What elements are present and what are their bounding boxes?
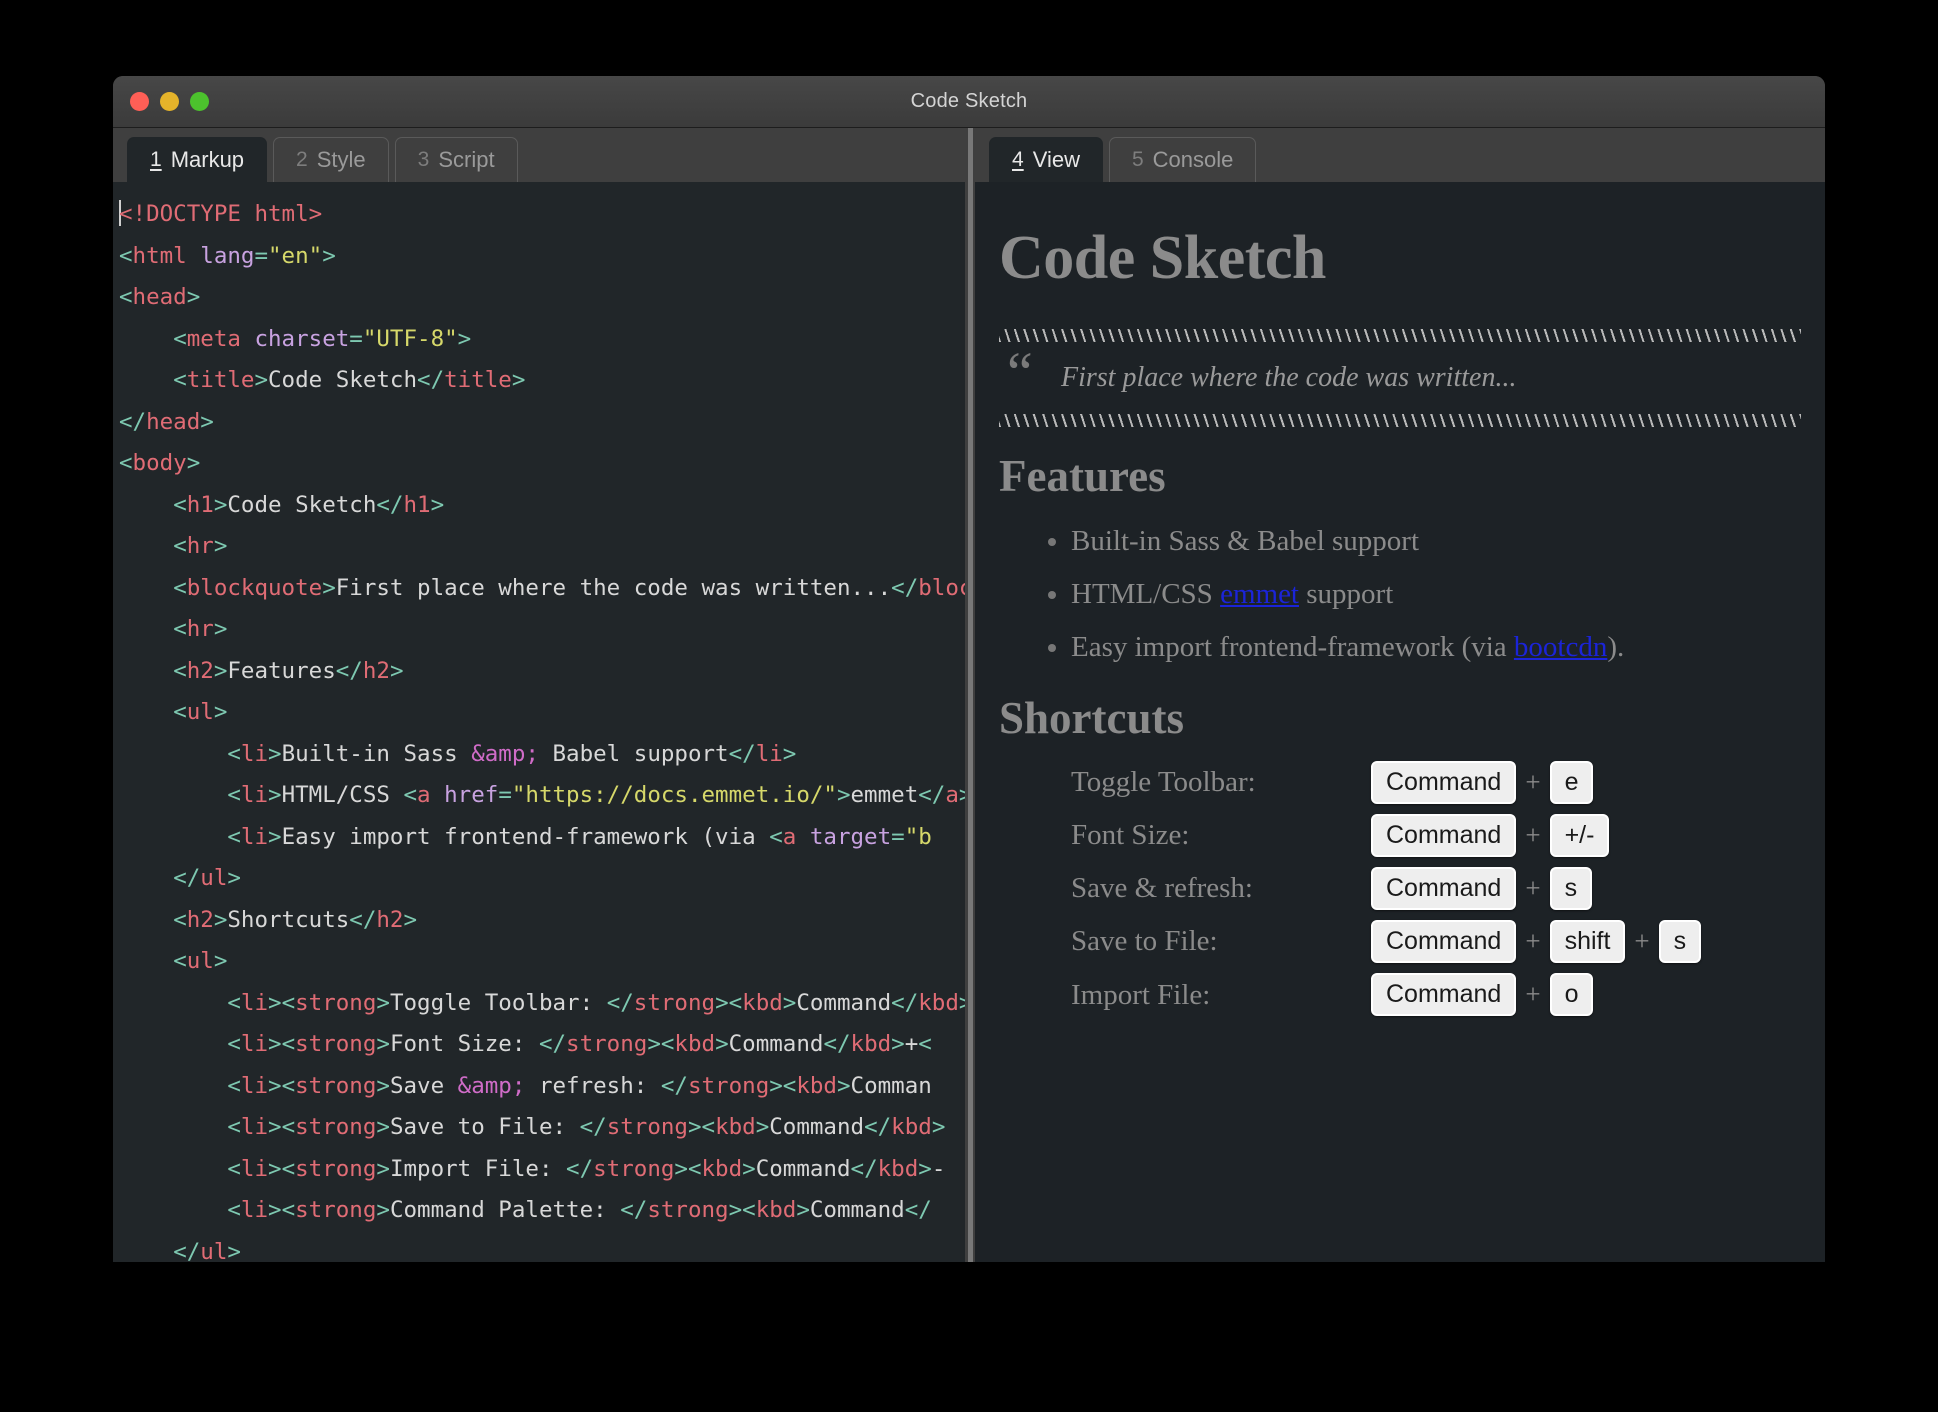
kbd-key: o <box>1549 972 1594 1017</box>
horizontal-rule-bottom <box>999 414 1801 428</box>
editor-gutter <box>113 182 119 1262</box>
shortcut-keys: Command + shift + s <box>1371 919 1702 964</box>
preview-blockquote: “ First place where the code was written… <box>999 344 1801 402</box>
shortcut-list-item: Font Size: Command + +/- <box>1071 813 1801 858</box>
key-separator: + <box>1525 979 1541 1010</box>
tab-markup[interactable]: 1 Markup <box>127 137 268 182</box>
shortcut-list-item: Save to File: Command + shift + s <box>1071 919 1801 964</box>
features-list: Built-in Sass & Babel support HTML/CSS em… <box>999 519 1801 669</box>
close-button-icon[interactable] <box>130 92 149 111</box>
tab-console-number: 5 <box>1131 148 1144 171</box>
shortcuts-heading: Shortcuts <box>999 692 1185 743</box>
window-controls[interactable] <box>130 76 209 127</box>
feature-list-item: Easy import frontend-framework (via boot… <box>1071 625 1801 669</box>
quote-mark-icon: “ <box>1007 340 1033 406</box>
preview-pane: 4 View 5 Console Code Sketch “ First pla… <box>975 128 1825 1262</box>
tab-view[interactable]: 4 View <box>989 137 1103 182</box>
shortcut-list-item: Import File: Command + o <box>1071 972 1801 1017</box>
shortcut-label: Save & refresh: <box>1071 872 1253 905</box>
feature-list-item: Built-in Sass & Babel support <box>1071 519 1801 563</box>
tab-style[interactable]: 2 Style <box>273 137 389 182</box>
feature-text-tail: ). <box>1607 630 1625 663</box>
preview-tabbar: 4 View 5 Console <box>975 128 1825 182</box>
feature-text: HTML/CSS <box>1071 577 1221 610</box>
kbd-key: e <box>1549 760 1594 804</box>
shortcut-label: Import File: <box>1071 978 1211 1011</box>
feature-text: Easy import frontend-framework (via <box>1071 630 1514 663</box>
shortcut-label: Toggle Toolbar: <box>1071 766 1256 799</box>
editor-pane: 1 Markup 2 Style 3 Script <!DOCTYPE html… <box>113 128 965 1262</box>
code-content[interactable]: <!DOCTYPE html> <html lang="en"> <head> <m… <box>113 194 965 1262</box>
key-separator: + <box>1525 819 1541 850</box>
window-titlebar: Code Sketch <box>113 76 1825 128</box>
key-separator: + <box>1525 925 1541 956</box>
blockquote-text: First place where the code was written..… <box>1061 362 1517 394</box>
shortcut-label: Font Size: <box>1071 819 1190 852</box>
tab-console-label: Console <box>1152 147 1234 172</box>
key-separator: + <box>1525 872 1541 903</box>
tab-markup-number: 1 <box>150 148 162 171</box>
window-title: Code Sketch <box>910 90 1028 112</box>
editor-preview-split: 1 Markup 2 Style 3 Script <!DOCTYPE html… <box>113 128 1825 1262</box>
feature-link-emmet[interactable]: emmet <box>1220 578 1299 610</box>
kbd-key: Command <box>1371 972 1517 1017</box>
key-separator: + <box>1525 766 1541 797</box>
pane-splitter[interactable] <box>965 128 975 1262</box>
tab-style-number: 2 <box>296 148 308 171</box>
rendered-preview: Code Sketch “ First place where the code… <box>975 182 1825 1262</box>
minimize-button-icon[interactable] <box>160 92 179 111</box>
shortcut-keys: Command + e <box>1371 760 1594 804</box>
features-heading: Features <box>999 451 1166 502</box>
feature-text: Built-in Sass & Babel support <box>1071 524 1419 557</box>
app-window: Code Sketch 1 Markup 2 Style 3 Script <!… <box>113 76 1825 1262</box>
tab-style-label: Style <box>316 147 366 172</box>
kbd-key: Command <box>1371 919 1517 964</box>
shortcut-keys: Command + +/- <box>1371 813 1610 858</box>
kbd-key: +/- <box>1549 813 1610 858</box>
shortcut-label: Save to File: <box>1071 925 1218 958</box>
tab-view-number: 4 <box>1012 148 1024 171</box>
feature-link-bootcdn[interactable]: bootcdn <box>1514 631 1607 663</box>
kbd-key: Command <box>1371 760 1517 804</box>
shortcut-list-item: Toggle Toolbar: Command + e <box>1071 760 1801 804</box>
tab-script-label: Script <box>438 147 495 172</box>
shortcut-list-item: Save & refresh: Command + s <box>1071 866 1801 911</box>
preview-title: Code Sketch <box>999 224 1326 292</box>
shortcut-keys: Command + s <box>1371 866 1593 911</box>
tab-view-label: View <box>1032 147 1080 172</box>
feature-text-tail: support <box>1299 577 1394 610</box>
zoom-button-icon[interactable] <box>190 92 209 111</box>
kbd-key: s <box>1549 866 1593 911</box>
code-editor[interactable]: <!DOCTYPE html> <html lang="en"> <head> <m… <box>113 182 965 1262</box>
kbd-key: s <box>1658 919 1702 964</box>
tab-script-number: 3 <box>417 148 430 171</box>
tab-script[interactable]: 3 Script <box>394 137 518 182</box>
kbd-key: Command <box>1371 813 1517 858</box>
shortcuts-list: Toggle Toolbar: Command + e Font Size: Comman… <box>999 760 1801 1017</box>
key-separator: + <box>1634 925 1650 956</box>
tab-console[interactable]: 5 Console <box>1108 137 1257 182</box>
shortcut-keys: Command + o <box>1371 972 1594 1017</box>
kbd-key: shift <box>1549 919 1626 964</box>
tab-markup-label: Markup <box>170 147 245 172</box>
editor-tabbar: 1 Markup 2 Style 3 Script <box>113 128 965 182</box>
feature-list-item: HTML/CSS emmet support <box>1071 572 1801 616</box>
kbd-key: Command <box>1371 866 1517 911</box>
horizontal-rule-top <box>999 329 1801 343</box>
